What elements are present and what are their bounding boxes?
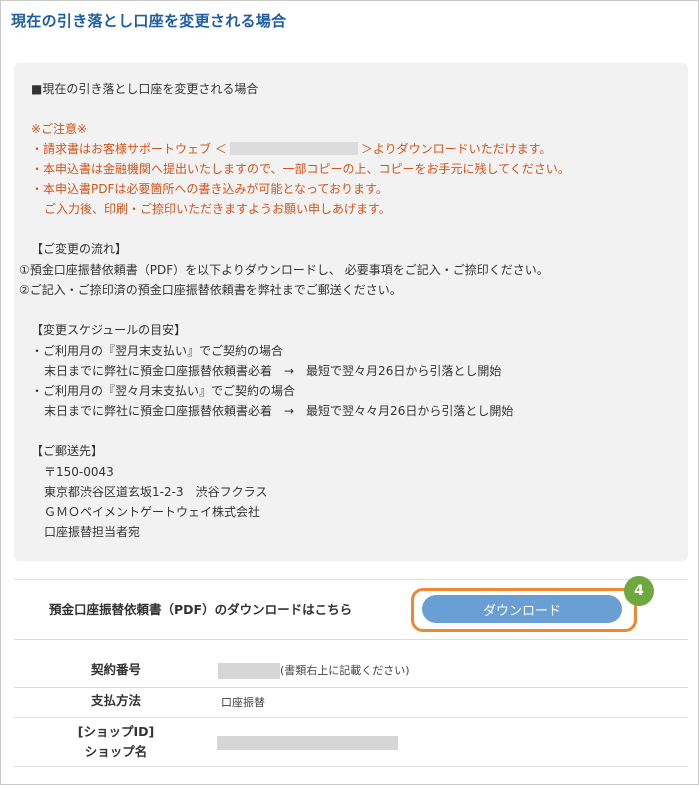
- redacted-shop-info: [217, 736, 398, 750]
- schedule-line-1: ・ご利用月の『翌月末支払い』でご契約の場合: [31, 344, 284, 358]
- caution-title: ※ご注意※: [31, 122, 88, 136]
- caution-line-4: ご入力後、印刷・ご捺印いただきますようお願い申しあげます。: [44, 202, 391, 216]
- caution-line-2: ・本申込書は金融機関へ提出いたしますので、一部コピーの上、コピーをお手元に残して…: [31, 162, 570, 176]
- mail-company: ＧＭＯペイメントゲートウェイ株式会社: [44, 505, 261, 519]
- redacted-contract-number: [218, 663, 280, 679]
- schedule-line-2: 末日までに弊社に預金口座振替依頼書必着 → 最短で翌々月26日から引落とし開始: [44, 364, 502, 378]
- payment-method-value: 口座振替: [221, 696, 265, 709]
- info-box: ■現在の引き落とし口座を変更される場合 ※ご注意※ ・請求書はお客様サポートウェ…: [14, 63, 688, 561]
- page-frame: 現在の引き落とし口座を変更される場合 ■現在の引き落とし口座を変更される場合 ※…: [0, 0, 699, 785]
- contract-number-note: (書類右上に記載ください): [280, 664, 410, 677]
- divider-payment: [14, 717, 688, 718]
- schedule-title: 【変更スケジュールの目安】: [31, 323, 187, 337]
- download-button[interactable]: ダウンロード: [422, 595, 622, 623]
- contract-number-label: 契約番号: [90, 662, 141, 677]
- download-label: 預金口座振替依頼書（PDF）のダウンロードはこちら: [49, 602, 353, 617]
- info-heading: ■現在の引き落とし口座を変更される場合: [31, 82, 259, 96]
- divider-download: [14, 639, 688, 640]
- schedule-line-3: ・ご利用月の『翌々月末支払い』でご契約の場合: [31, 384, 296, 398]
- redacted-url: [229, 142, 358, 155]
- contract-number-value: (書類右上に記載ください): [218, 662, 410, 679]
- divider-top: [14, 579, 688, 580]
- divider-contract: [14, 687, 688, 688]
- shop-value: [217, 736, 398, 750]
- mail-dept: 口座振替担当者宛: [44, 525, 141, 539]
- caution-line-1-post: ＞よりダウンロードいただけます。: [360, 142, 552, 156]
- flow-line-1: ①預金口座振替依頼書（PDF）を以下よりダウンロードし、 必要事項をご記入・ご捺…: [19, 263, 549, 277]
- mail-address: 東京都渋谷区道玄坂1-2-3 渋谷フクラス: [44, 485, 268, 499]
- schedule-line-4: 末日までに弊社に預金口座振替依頼書必着 → 最短で翌々々月26日から引落とし開始: [44, 404, 514, 418]
- flow-title: 【ご変更の流れ】: [31, 242, 128, 256]
- page-title: 現在の引き落とし口座を変更される場合: [11, 12, 287, 30]
- step-badge: 4: [624, 576, 654, 606]
- mail-title: 【ご郵送先】: [31, 444, 104, 458]
- caution-line-1: ・請求書はお客様サポートウェブ ＜ ＞よりダウンロードいただけます。: [31, 141, 551, 157]
- caution-line-3: ・本申込書PDFは必要箇所への書き込みが可能となっております。: [31, 182, 388, 196]
- divider-bottom: [14, 766, 688, 767]
- flow-line-2: ②ご記入・ご捺印済の預金口座振替依頼書を弊社までご郵送ください。: [19, 283, 402, 297]
- shop-id-label: [ショップID]: [77, 724, 155, 739]
- mail-zip: 〒150-0043: [44, 465, 114, 479]
- shop-name-label: ショップ名: [84, 744, 148, 759]
- payment-method-label: 支払方法: [90, 693, 141, 708]
- caution-line-1-pre: ・請求書はお客様サポートウェブ ＜: [31, 142, 227, 156]
